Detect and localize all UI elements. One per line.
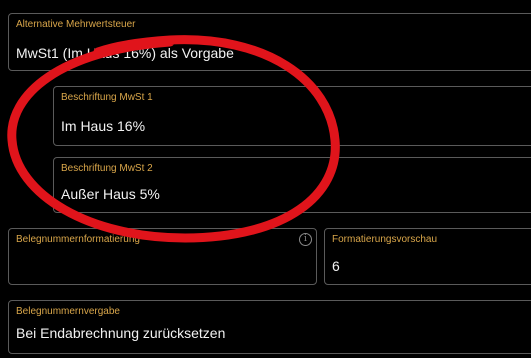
info-icon[interactable]: i [299, 233, 312, 246]
alternative-vat-value: MwSt1 (Im Haus 16%) als Vorgabe [16, 45, 234, 61]
receipt-number-assignment-label: Belegnummernvergabe [16, 306, 120, 317]
receipt-number-format-field[interactable]: Belegnummernformatierung i [8, 228, 317, 285]
vat1-label-value: Im Haus 16% [61, 118, 146, 134]
vat2-label-value: Außer Haus 5% [61, 186, 160, 202]
vat2-label-field[interactable]: Beschriftung MwSt 2 Außer Haus 5% [53, 157, 531, 213]
vat1-label-field[interactable]: Beschriftung MwSt 1 Im Haus 16% [53, 86, 531, 146]
format-preview-value: 6 [332, 258, 340, 274]
settings-screen: Alternative Mehrwertsteuer MwSt1 (Im Hau… [0, 0, 531, 358]
format-preview-field: Formatierungsvorschau 6 [324, 228, 531, 285]
receipt-number-assignment-value: Bei Endabrechnung zurücksetzen [16, 325, 226, 341]
vat2-label-caption: Beschriftung MwSt 2 [61, 163, 153, 174]
format-preview-label: Formatierungsvorschau [332, 234, 438, 245]
alternative-vat-select[interactable]: Alternative Mehrwertsteuer MwSt1 (Im Hau… [8, 13, 531, 71]
receipt-number-format-label: Belegnummernformatierung [16, 234, 140, 245]
alternative-vat-label: Alternative Mehrwertsteuer [16, 19, 136, 30]
vat1-label-caption: Beschriftung MwSt 1 [61, 92, 153, 103]
receipt-number-assignment-select[interactable]: Belegnummernvergabe Bei Endabrechnung zu… [8, 300, 531, 354]
